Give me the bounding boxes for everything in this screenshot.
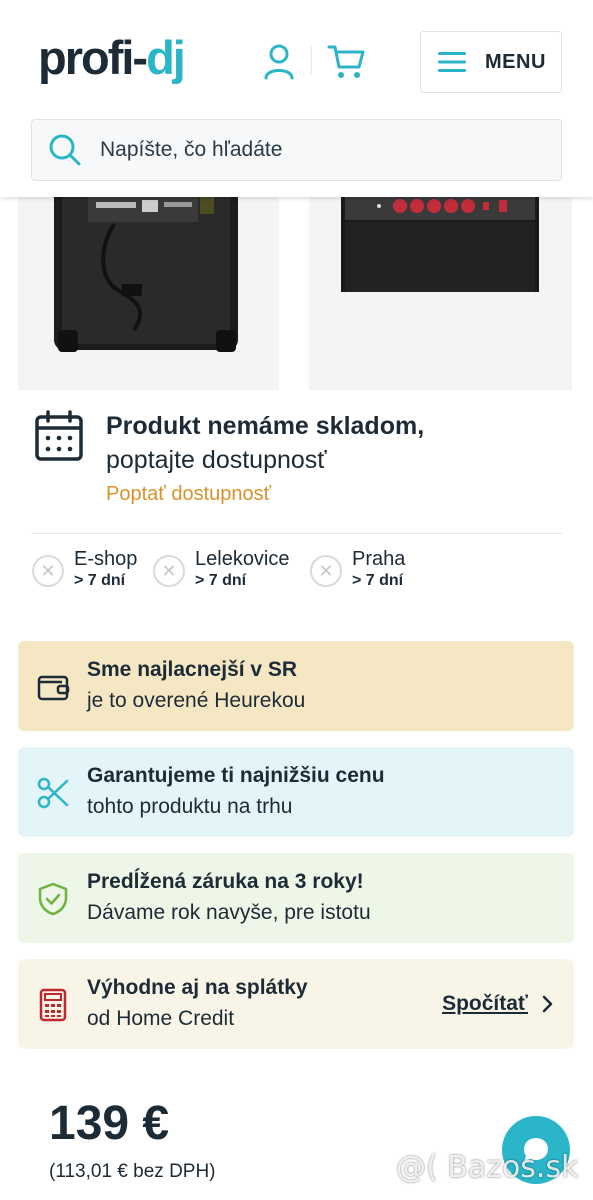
store-name: E-shop: [74, 548, 138, 570]
benefit-installments: Výhodne aj na splátky od Home Credit Spo…: [18, 959, 574, 1049]
cart-button[interactable]: [326, 40, 368, 82]
menu-button[interactable]: MENU: [420, 31, 562, 93]
site-header: profi-dj MENU: [0, 0, 593, 197]
user-icon: [264, 44, 294, 80]
logo[interactable]: profi-dj: [38, 31, 186, 84]
availability-subtitle: poptajte dostupnosť: [106, 446, 327, 474]
benefit-title: Predĺžená záruka na 3 roky!: [87, 870, 364, 893]
scissors-icon: [37, 777, 69, 809]
inquire-availability-link[interactable]: Poptať dostupnosť: [106, 483, 271, 506]
benefit-subtitle: tohto produktu na trhu: [87, 795, 293, 818]
unavailable-x-icon: ✕: [310, 555, 342, 587]
benefit-subtitle: Dávame rok navyše, pre istotu: [87, 901, 371, 924]
wallet-icon: [37, 675, 70, 701]
search-input[interactable]: [100, 138, 520, 162]
product-image-left[interactable]: [18, 180, 279, 390]
store-days: > 7 dní: [195, 572, 247, 589]
availability-title: Produkt nemáme skladom,: [106, 412, 425, 440]
divider: [31, 533, 562, 534]
chevron-right-icon[interactable]: [542, 994, 554, 1014]
shield-check-icon: [38, 882, 68, 916]
user-account-button[interactable]: [258, 40, 300, 82]
hamburger-icon: [438, 52, 466, 72]
benefit-title: Sme najlacnejší v SR: [87, 658, 298, 681]
logo-accent: dj: [146, 31, 186, 84]
search-bar[interactable]: [31, 119, 562, 181]
store-availability-list: ✕ E-shop > 7 dní ✕ Lelekovice > 7 dní ✕ …: [32, 547, 572, 597]
benefit-price-guarantee: Garantujeme ti najnižšiu cenu tohto prod…: [18, 747, 574, 837]
calculator-icon: [39, 988, 67, 1022]
search-icon[interactable]: [48, 133, 82, 167]
store-days: > 7 dní: [74, 572, 126, 589]
unavailable-x-icon: ✕: [32, 555, 64, 587]
header-divider: [311, 46, 312, 74]
product-image-right[interactable]: [309, 180, 572, 390]
benefit-title: Garantujeme ti najnižšiu cenu: [87, 764, 385, 787]
amplifier-back-image: [54, 180, 238, 352]
benefit-warranty: Predĺžená záruka na 3 roky! Dávame rok n…: [18, 853, 574, 943]
store-days: > 7 dní: [352, 572, 404, 589]
benefit-title: Výhodne aj na splátky: [87, 976, 308, 999]
cart-icon: [327, 45, 365, 78]
benefit-subtitle: od Home Credit: [87, 1007, 235, 1030]
bazos-watermark: @( Bazos.sk: [396, 1150, 579, 1185]
store-name: Praha: [352, 548, 406, 570]
calculate-installments-link[interactable]: Spočítať: [442, 992, 528, 1016]
calendar-icon: [35, 410, 83, 461]
benefit-cheapest: Sme najlacnejší v SR je to overené Heure…: [18, 641, 574, 731]
product-price: 139 €: [49, 1097, 170, 1150]
unavailable-x-icon: ✕: [153, 555, 185, 587]
logo-main: profi-: [38, 31, 148, 84]
menu-label: MENU: [485, 50, 546, 73]
benefit-subtitle: je to overené Heurekou: [87, 689, 306, 712]
store-name: Lelekovice: [195, 548, 290, 570]
price-without-vat: (113,01 € bez DPH): [49, 1161, 216, 1182]
amplifier-front-image: [341, 180, 539, 292]
